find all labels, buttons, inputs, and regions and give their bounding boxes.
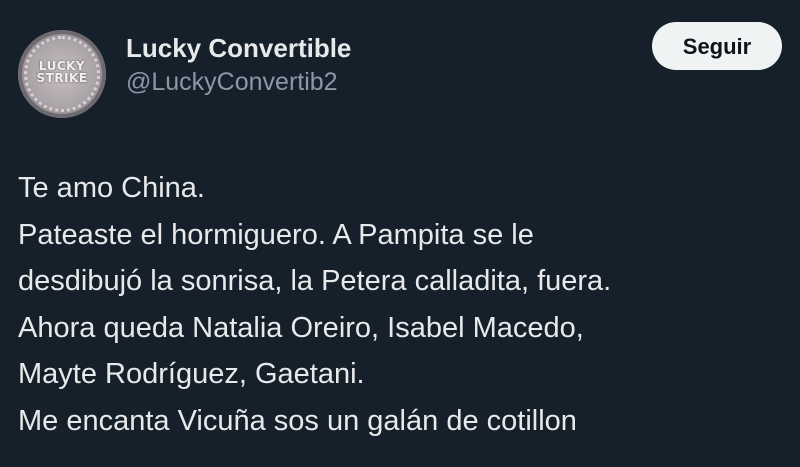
tweet-line: Pateaste el hormiguero. A Pampita se le	[18, 218, 534, 251]
tweet-text: Te amo China. Pateaste el hormiguero. A …	[18, 165, 788, 444]
author-display-name[interactable]: Lucky Convertible	[126, 32, 351, 64]
tweet-line: Te amo China.	[18, 172, 205, 204]
tweet-line: desdibujó la sonrisa, la Petera calladit…	[18, 265, 612, 297]
tweet-line: Mayte Rodríguez, Gaetani.	[18, 358, 365, 390]
tweet-line: Ahora queda Natalia Oreiro, Isabel Maced…	[18, 311, 584, 344]
tweet-line: Me encanta Vicuña sos un galán de cotill…	[18, 404, 577, 437]
avatar[interactable]: LUCKY STRIKE	[18, 30, 106, 118]
avatar-logo: LUCKY STRIKE	[36, 59, 88, 85]
author-handle[interactable]: @LuckyConvertib2	[126, 66, 351, 98]
follow-button[interactable]: Seguir	[652, 22, 782, 70]
author-identity[interactable]: Lucky Convertible @LuckyConvertib2	[126, 32, 351, 98]
tweet-header: LUCKY STRIKE Lucky Convertible @LuckyConv…	[18, 22, 782, 118]
